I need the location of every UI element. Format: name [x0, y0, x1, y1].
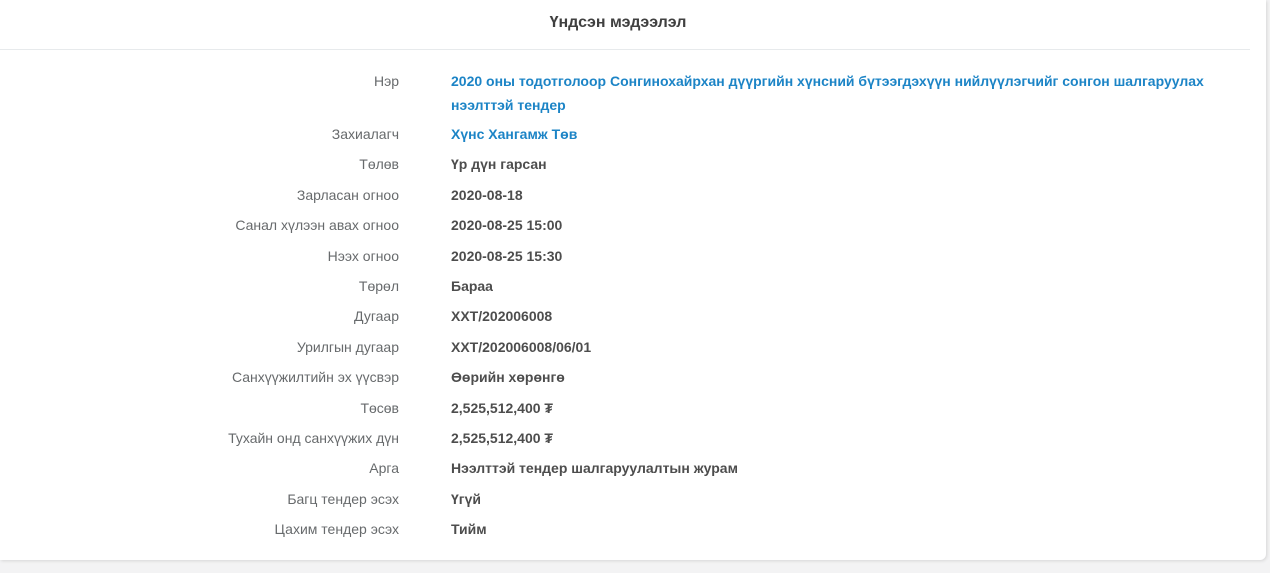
field-label: Урилгын дугаар [296, 338, 399, 355]
field-label: Цахим тендер эсэх [274, 521, 399, 538]
field-label: Нээх огноо [327, 247, 399, 264]
field-label: Нэр [373, 73, 399, 89]
field-label: Тухайн онд санхүүжих дүн [228, 429, 399, 446]
field-label: Төрөл [358, 277, 399, 294]
field-label: Дугаар [354, 308, 399, 325]
field-label: Зарласан огноо [296, 186, 399, 203]
field-value: Өөрийн хөрөнгө [451, 369, 565, 386]
panel-title: Үндсэн мэдээлэл [549, 14, 687, 31]
field-row-open-date: Нээх огноо 2020-08-25 15:30 [0, 244, 1266, 274]
field-row-budget: Төсөв 2,525,512,400 ₮ [0, 396, 1266, 426]
tender-name-link[interactable]: 2020 оны тодотголоор Сонгинохайрхан дүүр… [451, 69, 1261, 117]
field-label: Захиалагч [331, 126, 399, 142]
field-value: Нээлттэй тендер шалгаруулалтын журам [451, 460, 738, 477]
field-label: Төлөв [359, 156, 399, 173]
field-label: Багц тендер эсэх [287, 490, 399, 507]
field-row-customer: Захиалагч Хүнс Хангамж Төв [0, 122, 1266, 152]
customer-link[interactable]: Хүнс Хангамж Төв [451, 122, 1261, 146]
field-value: Үгүй [451, 490, 482, 507]
field-label: Санал хүлээн авах огноо [235, 217, 399, 234]
field-value: ХХТ/202006008 [451, 308, 553, 325]
field-row-method: Арга Нээлттэй тендер шалгаруулалтын жура… [0, 456, 1266, 486]
field-row-package-tender: Багц тендер эсэх Үгүй [0, 487, 1266, 517]
field-value: 2020-08-18 [451, 186, 523, 203]
field-row-annual-funding: Тухайн онд санхүүжих дүн 2,525,512,400 ₮ [0, 426, 1266, 456]
field-list: Нэр 2020 оны тодотголоор Сонгинохайрхан … [0, 69, 1266, 547]
field-row-invitation-number: Урилгын дугаар ХХТ/202006008/06/01 [0, 335, 1266, 365]
field-value: Үр дүн гарсан [451, 156, 547, 173]
field-value: 2020-08-25 15:00 [451, 217, 563, 234]
field-value: 2,525,512,400 ₮ [451, 399, 553, 416]
field-row-e-tender: Цахим тендер эсэх Тийм [0, 517, 1266, 547]
field-row-type: Төрөл Бараа [0, 274, 1266, 304]
field-row-bid-receive-date: Санал хүлээн авах огноо 2020-08-25 15:00 [0, 213, 1266, 243]
field-value: Бараа [451, 277, 493, 294]
field-value: ХХТ/202006008/06/01 [451, 338, 592, 355]
field-row-number: Дугаар ХХТ/202006008 [0, 304, 1266, 334]
field-value: 2,525,512,400 ₮ [451, 429, 553, 446]
field-row-funding-source: Санхүүжилтийн эх үүсвэр Өөрийн хөрөнгө [0, 365, 1266, 395]
field-row-name: Нэр 2020 оны тодотголоор Сонгинохайрхан … [0, 69, 1266, 122]
field-row-status: Төлөв Үр дүн гарсан [0, 152, 1266, 182]
field-label: Санхүүжилтийн эх үүсвэр [231, 369, 399, 386]
field-label: Төсөв [360, 399, 399, 416]
panel-header: Үндсэн мэдээлэл [0, 0, 1250, 50]
field-label: Арга [369, 460, 399, 477]
info-panel: Үндсэн мэдээлэл Нэр 2020 оны тодотголоор… [0, 0, 1266, 560]
field-value: 2020-08-25 15:30 [451, 247, 563, 264]
field-row-announced-date: Зарласан огноо 2020-08-18 [0, 183, 1266, 213]
field-value: Тийм [451, 521, 487, 538]
